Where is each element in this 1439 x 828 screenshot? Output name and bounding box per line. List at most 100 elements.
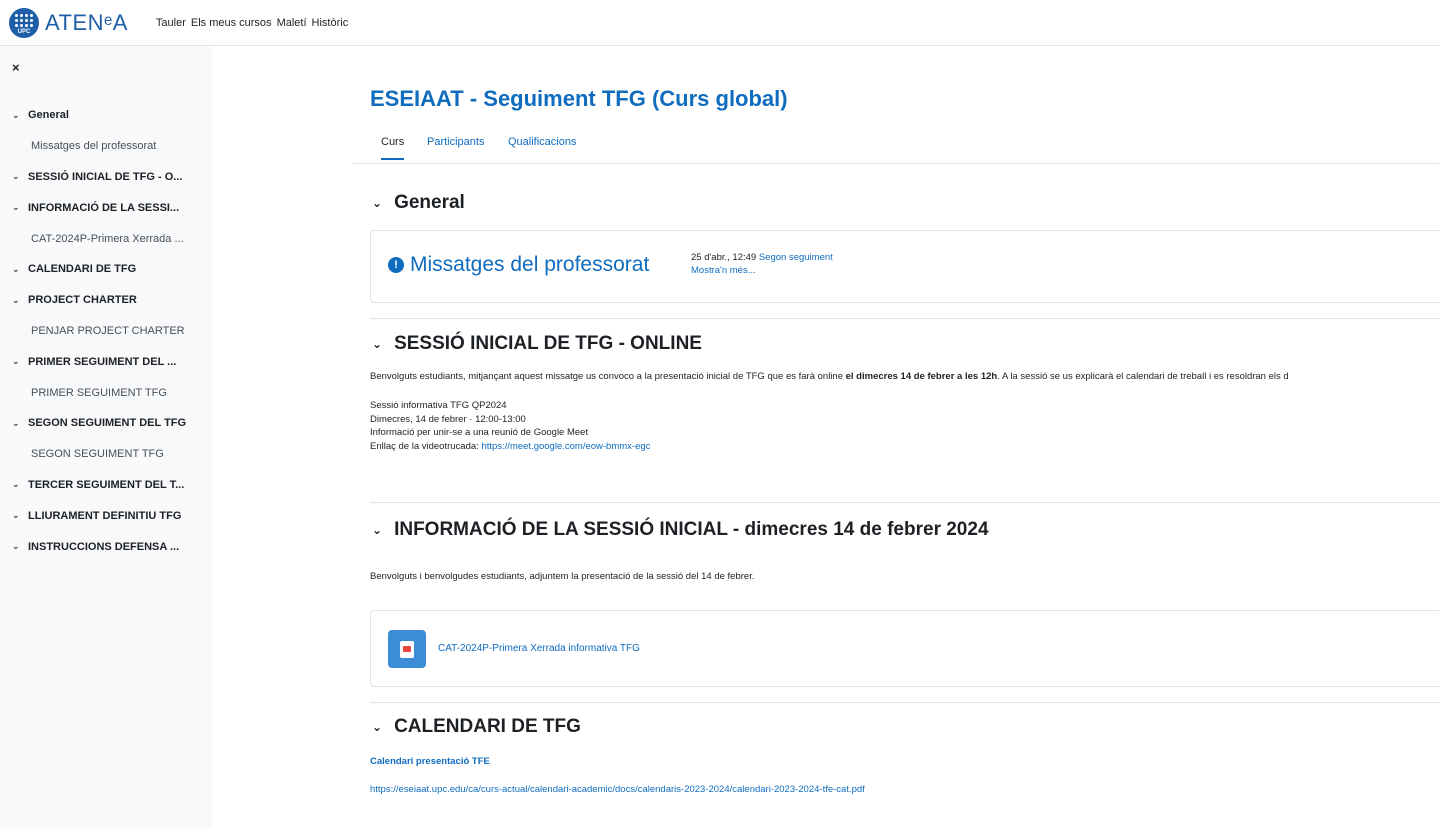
drawer-activity-item[interactable]: PRIMER SEGUIMENT TFG — [0, 377, 212, 408]
nav-link-tauler[interactable]: Tauler — [156, 17, 186, 29]
tab-participants[interactable]: Participants — [427, 136, 484, 148]
meeting-title: Sessió informativa TFG QP2024 — [370, 400, 507, 411]
drawer-section-item[interactable]: ⌄ PRIMER SEGUIMENT DEL ... — [0, 346, 212, 377]
drawer-section-item[interactable]: ⌄ CALENDARI DE TFG — [0, 254, 212, 285]
drawer-item-label: PENJAR PROJECT CHARTER — [31, 324, 185, 337]
resource-link[interactable]: CAT-2024P-Primera Xerrada informativa TF… — [438, 643, 640, 654]
section-title: General — [394, 192, 465, 213]
drawer-item-label: INFORMACIÓ DE LA SESSI... — [28, 201, 180, 214]
meeting-details: Sessió informativa TFG QP2024 Dimecres, … — [370, 399, 650, 453]
course-index-list: ⌄ General Missatges del professorat ⌄ SESSIÓ… — [0, 100, 212, 562]
drawer-item-label: LLIURAMENT DEFINITIU TFG — [28, 509, 182, 522]
primary-navigation: Tauler Els meus cursos Maletí Històric — [156, 17, 353, 29]
course-tabs: Curs Participants Qualificacions — [353, 130, 1439, 164]
calendar-title: Calendari presentació TFE — [370, 756, 490, 767]
drawer-section-item[interactable]: ⌄ SESSIÓ INICIAL DE TFG - O... — [0, 162, 212, 193]
drawer-section-item[interactable]: ⌄ TERCER SEGUIMENT DEL T... — [0, 470, 212, 501]
drawer-section-item[interactable]: ⌄ PROJECT CHARTER — [0, 285, 212, 316]
forum-name[interactable]: Missatges del professorat — [410, 253, 649, 277]
meeting-link-label: Enllaç de la videotrucada: — [370, 440, 482, 452]
meet-link[interactable]: https://meet.google.com/eow-bmmx-egc — [481, 441, 650, 452]
drawer-item-label: SEGON SEGUIMENT TFG — [31, 448, 164, 461]
drawer-item-label: PRIMER SEGUIMENT TFG — [31, 386, 167, 399]
chevron-down-icon[interactable]: ⌄ — [12, 356, 22, 367]
chevron-down-icon[interactable]: ⌄ — [12, 418, 22, 429]
drawer-activity-item[interactable]: SEGON SEGUIMENT TFG — [0, 439, 212, 470]
drawer-item-label: SEGON SEGUIMENT DEL TFG — [28, 417, 187, 430]
tab-curs[interactable]: Curs — [381, 136, 405, 160]
summary-bold-text: el dimecres 14 de febrer a les 12h — [845, 371, 998, 382]
nav-link-els-meus-cursos[interactable]: Els meus cursos — [191, 17, 272, 29]
forum-post-date: 25 d'abr., 12:49 — [691, 252, 757, 263]
section-general-header[interactable]: ⌄ General — [372, 192, 465, 214]
nav-link-maleti[interactable]: Maletí — [277, 17, 307, 29]
chevron-down-icon[interactable]: ⌄ — [12, 202, 22, 213]
forum-latest-post: 25 d'abr., 12:49 Segon seguiment Mostra'… — [691, 251, 833, 277]
resource-activity-card: CAT-2024P-Primera Xerrada informativa TF… — [370, 610, 1439, 687]
drawer-section-item[interactable]: ⌄ INFORMACIÓ DE LA SESSI... — [0, 192, 212, 223]
drawer-activity-item[interactable]: CAT-2024P-Primera Xerrada ... — [0, 223, 212, 254]
upc-logo-icon: UPC — [9, 7, 39, 38]
top-navbar: UPC ATENᵉA Tauler Els meus cursos Maletí… — [0, 0, 1439, 46]
chevron-down-icon[interactable]: ⌄ — [372, 523, 382, 537]
drawer-item-label: CAT-2024P-Primera Xerrada ... — [31, 232, 184, 245]
drawer-item-label: INSTRUCCIONS DEFENSA ... — [28, 540, 180, 553]
section-calendari-header[interactable]: ⌄ CALENDARI DE TFG — [372, 716, 581, 738]
course-index-drawer: × ⌄ General Missatges del professorat ⌄ SESS… — [0, 46, 212, 828]
exclamation-circle-icon: ! — [388, 257, 404, 273]
tab-qualificacions[interactable]: Qualificacions — [508, 136, 576, 148]
chevron-down-icon[interactable]: ⌄ — [372, 337, 382, 351]
show-more-link[interactable]: Mostra'n més... — [691, 265, 756, 276]
drawer-item-label: CALENDARI DE TFG — [28, 263, 137, 276]
chevron-down-icon[interactable]: ⌄ — [372, 196, 382, 210]
section-title: INFORMACIÓ DE LA SESSIÓ INICIAL - dimecr… — [394, 519, 989, 540]
chevron-down-icon[interactable]: ⌄ — [12, 479, 22, 490]
page-title: ESEIAAT - Seguiment TFG (Curs global) — [370, 86, 788, 111]
forum-post-link[interactable]: Segon seguiment — [759, 252, 833, 263]
calendar-pdf-link[interactable]: https://eseiaat.upc.edu/ca/curs-actual/c… — [370, 784, 865, 795]
chevron-down-icon[interactable]: ⌄ — [12, 264, 22, 275]
section-sessio-inicial-header[interactable]: ⌄ SESSIÓ INICIAL DE TFG - ONLINE — [372, 333, 702, 355]
drawer-item-label: PROJECT CHARTER — [28, 294, 137, 307]
section-divider — [370, 502, 1439, 503]
drawer-section-item[interactable]: ⌄ SEGON SEGUIMENT DEL TFG — [0, 408, 212, 439]
chevron-down-icon[interactable]: ⌄ — [12, 541, 22, 552]
meeting-date: Dimecres, 14 de febrer · 12:00-13:00 — [370, 413, 526, 425]
section-informacio-header[interactable]: ⌄ INFORMACIÓ DE LA SESSIÓ INICIAL - dime… — [372, 519, 989, 541]
summary-text: . A la sessió se us explicarà el calenda… — [997, 371, 1289, 382]
drawer-activity-item[interactable]: Missatges del professorat — [0, 131, 212, 162]
forum-activity-link[interactable]: ! Missatges del professorat — [388, 253, 649, 277]
main-content: ESEIAAT - Seguiment TFG (Curs global) Cu… — [353, 46, 1439, 828]
drawer-item-label: General — [28, 109, 69, 122]
drawer-section-item[interactable]: ⌄ INSTRUCCIONS DEFENSA ... — [0, 531, 212, 562]
chevron-down-icon[interactable]: ⌄ — [12, 110, 22, 121]
logo-badge: UPC — [17, 28, 31, 35]
drawer-activity-item[interactable]: PENJAR PROJECT CHARTER — [0, 316, 212, 347]
summary-text: Benvolguts estudiants, mitjançant aquest… — [370, 371, 846, 382]
section-summary: Benvolguts estudiants, mitjançant aquest… — [370, 371, 1289, 382]
section-title: SESSIÓ INICIAL DE TFG - ONLINE — [394, 333, 702, 354]
meeting-info: Informació per unir-se a una reunió de G… — [370, 427, 589, 438]
logo-text: ATENᵉA — [45, 9, 128, 35]
chevron-down-icon[interactable]: ⌄ — [12, 510, 22, 521]
drawer-item-label: Missatges del professorat — [31, 140, 157, 153]
forum-activity-card: ! Missatges del professorat 25 d'abr., 1… — [370, 230, 1439, 303]
pdf-file-icon — [388, 630, 426, 668]
chevron-down-icon[interactable]: ⌄ — [12, 171, 22, 182]
calendar-url-row: https://eseiaat.upc.edu/ca/curs-actual/c… — [370, 784, 865, 795]
section-divider — [370, 702, 1439, 703]
drawer-item-label: PRIMER SEGUIMENT DEL ... — [28, 355, 177, 368]
section-title: CALENDARI DE TFG — [394, 716, 581, 737]
section-summary: Benvolguts i benvolgudes estudiants, adj… — [370, 571, 755, 582]
drawer-item-label: SESSIÓ INICIAL DE TFG - O... — [28, 170, 183, 183]
close-drawer-icon[interactable]: × — [12, 60, 20, 75]
nav-link-historic[interactable]: Històric — [312, 17, 349, 29]
chevron-down-icon[interactable]: ⌄ — [372, 720, 382, 734]
drawer-section-item[interactable]: ⌄ General — [0, 100, 212, 131]
atenea-logo[interactable]: UPC ATENᵉA — [9, 0, 128, 46]
chevron-down-icon[interactable]: ⌄ — [12, 295, 22, 306]
drawer-item-label: TERCER SEGUIMENT DEL T... — [28, 478, 185, 491]
section-divider — [370, 318, 1439, 319]
drawer-section-item[interactable]: ⌄ LLIURAMENT DEFINITIU TFG — [0, 500, 212, 531]
meeting-link-row: Enllaç de la videotrucada: https://meet.… — [370, 440, 650, 454]
